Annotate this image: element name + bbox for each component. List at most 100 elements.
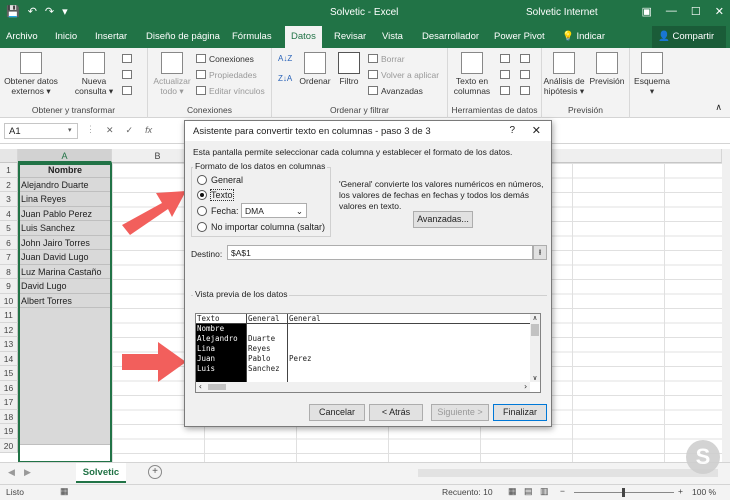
- finish-button[interactable]: Finalizar: [493, 404, 547, 421]
- preview-column-2[interactable]: General Duarte Reyes Pablo Sanchez: [248, 314, 280, 374]
- preview-column-3[interactable]: General Perez: [289, 314, 321, 374]
- conexiones-button[interactable]: Conexiones: [196, 54, 254, 64]
- row-header[interactable]: 14: [0, 351, 18, 366]
- texto-columnas-button[interactable]: Texto en columnas: [450, 52, 494, 96]
- esquema-button[interactable]: Esquema ▾: [632, 52, 672, 96]
- tab-insertar[interactable]: Insertar: [95, 31, 127, 42]
- normal-view-icon[interactable]: ▦: [508, 486, 517, 497]
- page-layout-icon[interactable]: ▤: [524, 486, 533, 497]
- data-validation-icon[interactable]: [500, 86, 510, 95]
- dialog-close-icon[interactable]: ✕: [532, 124, 541, 137]
- propiedades-button[interactable]: Propiedades: [196, 70, 257, 80]
- select-all-corner[interactable]: [0, 149, 18, 163]
- row-header[interactable]: 15: [0, 366, 18, 381]
- borrar-button[interactable]: Borrar: [368, 54, 405, 64]
- back-button[interactable]: < Atrás: [369, 404, 423, 421]
- zoom-level[interactable]: 100 %: [692, 487, 716, 497]
- macro-record-icon[interactable]: ▦: [60, 486, 69, 497]
- data-preview[interactable]: Texto Nombre Alejandro Lina Juan Luis Ge…: [195, 313, 541, 393]
- advanced-button[interactable]: Avanzadas...: [413, 211, 473, 228]
- preview-horizontal-scrollbar[interactable]: ‹ ›: [196, 382, 530, 392]
- row-header[interactable]: 3: [0, 192, 18, 207]
- row-header[interactable]: 17: [0, 395, 18, 410]
- close-icon[interactable]: ✕: [715, 5, 724, 18]
- vertical-scrollbar[interactable]: [722, 149, 730, 462]
- horizontal-scrollbar[interactable]: [418, 469, 718, 477]
- tab-vista[interactable]: Vista: [382, 31, 403, 42]
- row-header[interactable]: 20: [0, 438, 18, 453]
- name-box[interactable]: A1: [4, 123, 78, 139]
- share-button[interactable]: 👤 Compartir: [652, 26, 726, 48]
- redo-icon[interactable]: ↷: [45, 5, 54, 18]
- scroll-down-icon[interactable]: ∨: [530, 374, 540, 382]
- obtener-datos-button[interactable]: Obtener datos externos ▾: [2, 52, 60, 96]
- row-header[interactable]: 16: [0, 380, 18, 395]
- scroll-left-icon[interactable]: ‹: [198, 382, 203, 391]
- row-header[interactable]: 5: [0, 221, 18, 236]
- consolidate-icon[interactable]: [520, 54, 530, 63]
- editar-vinculos-button[interactable]: Editar vínculos: [196, 86, 265, 96]
- zoom-slider[interactable]: [574, 488, 674, 497]
- zoom-in-icon[interactable]: +: [678, 486, 683, 496]
- preview-vertical-scrollbar[interactable]: ∧ ∨: [530, 314, 540, 382]
- row-header[interactable]: 7: [0, 250, 18, 265]
- radio-general[interactable]: General: [197, 175, 243, 185]
- zoom-out-icon[interactable]: −: [560, 486, 565, 496]
- maximize-icon[interactable]: ☐: [691, 5, 701, 18]
- collapse-ribbon-icon[interactable]: ∧: [715, 102, 722, 113]
- enter-formula-icon[interactable]: ✓: [126, 125, 134, 136]
- scroll-right-icon[interactable]: ›: [523, 382, 528, 391]
- sort-za-icon[interactable]: Z↓A: [278, 74, 292, 83]
- next-button[interactable]: Siguiente >: [431, 404, 489, 421]
- row-header[interactable]: 4: [0, 206, 18, 221]
- radio-no-importar[interactable]: No importar columna (saltar): [197, 222, 325, 232]
- relationships-icon[interactable]: [520, 70, 530, 79]
- prev-sheet-icon[interactable]: ◀: [8, 467, 15, 478]
- tab-diseno[interactable]: Diseño de página: [146, 31, 220, 42]
- column-header-a[interactable]: A: [18, 149, 112, 163]
- tab-revisar[interactable]: Revisar: [334, 31, 366, 42]
- page-break-icon[interactable]: ▥: [540, 486, 549, 497]
- tab-archivo[interactable]: Archivo: [6, 31, 38, 42]
- collapse-dialog-icon[interactable]: ⭱: [533, 245, 547, 260]
- filtro-button[interactable]: Filtro: [334, 52, 364, 86]
- radio-texto[interactable]: Texto: [197, 189, 234, 201]
- row-header[interactable]: 9: [0, 279, 18, 294]
- row-header[interactable]: 12: [0, 322, 18, 337]
- row-header[interactable]: 10: [0, 293, 18, 308]
- row-header[interactable]: 19: [0, 424, 18, 439]
- add-sheet-icon[interactable]: +: [148, 465, 162, 479]
- sort-az-icon[interactable]: A↓Z: [278, 54, 292, 63]
- analisis-hipotesis-button[interactable]: Análisis de hipótesis ▾: [542, 52, 586, 96]
- date-format-select[interactable]: DMA ⌄: [241, 203, 307, 218]
- row-header[interactable]: 13: [0, 337, 18, 352]
- from-table-icon[interactable]: [122, 70, 132, 79]
- show-queries-icon[interactable]: [122, 54, 132, 63]
- insert-function-icon[interactable]: fx: [145, 125, 152, 136]
- ordenar-button[interactable]: Ordenar: [296, 52, 334, 86]
- tab-datos[interactable]: Datos: [285, 26, 322, 48]
- zoom-slider-thumb[interactable]: [622, 488, 625, 497]
- tab-indicar[interactable]: 💡 Indicar: [562, 31, 605, 42]
- help-button[interactable]: ?: [509, 125, 515, 136]
- data-model-icon[interactable]: [520, 86, 530, 95]
- hscroll-thumb[interactable]: [208, 384, 226, 390]
- minimize-icon[interactable]: —: [666, 5, 677, 18]
- ribbon-options-icon[interactable]: ▣: [642, 5, 652, 18]
- row-header[interactable]: 11: [0, 308, 18, 323]
- account-name[interactable]: Solvetic Internet: [526, 7, 598, 18]
- tab-formulas[interactable]: Fórmulas: [232, 31, 272, 42]
- tab-power-pivot[interactable]: Power Pivot: [494, 31, 545, 42]
- row-header[interactable]: 1: [0, 163, 18, 178]
- preview-column-1[interactable]: Texto Nombre Alejandro Lina Juan Luis: [197, 314, 238, 374]
- scroll-thumb[interactable]: [531, 324, 539, 336]
- next-sheet-icon[interactable]: ▶: [24, 467, 31, 478]
- undo-icon[interactable]: ↶: [28, 5, 37, 18]
- scroll-up-icon[interactable]: ∧: [530, 314, 540, 322]
- prevision-button[interactable]: Previsión: [586, 52, 628, 86]
- tab-inicio[interactable]: Inicio: [55, 31, 77, 42]
- recent-sources-icon[interactable]: [122, 86, 132, 95]
- cancel-button[interactable]: Cancelar: [309, 404, 365, 421]
- remove-duplicates-icon[interactable]: [500, 70, 510, 79]
- nueva-consulta-button[interactable]: Nueva consulta ▾: [72, 52, 116, 96]
